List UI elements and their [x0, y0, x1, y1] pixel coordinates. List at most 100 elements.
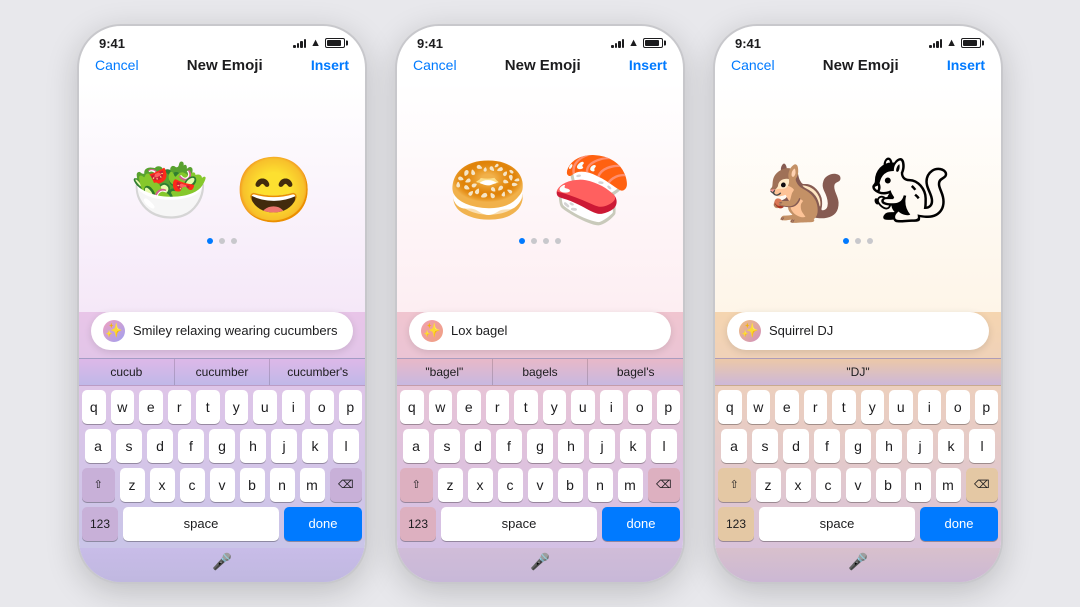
key-z-3[interactable]: z [756, 468, 781, 502]
done-key-1[interactable]: done [284, 507, 362, 541]
autocomplete-bagels-apos[interactable]: bagel's [588, 359, 683, 385]
cancel-button-1[interactable]: Cancel [95, 57, 139, 73]
key-s-3[interactable]: s [752, 429, 778, 463]
key-i-2[interactable]: i [600, 390, 624, 424]
key-d-3[interactable]: d [783, 429, 809, 463]
delete-key-2[interactable]: ⌫ [648, 468, 681, 502]
key-t-2[interactable]: t [514, 390, 538, 424]
search-pill-3[interactable]: ✨ Squirrel DJ [727, 312, 989, 350]
emoji-squirrel-dj[interactable]: 🐿️ [766, 158, 846, 222]
shift-key-2[interactable]: ⇧ [400, 468, 433, 502]
key-j[interactable]: j [271, 429, 297, 463]
key-c-3[interactable]: c [816, 468, 841, 502]
key-h[interactable]: h [240, 429, 266, 463]
key-h-3[interactable]: h [876, 429, 902, 463]
key-k-2[interactable]: k [620, 429, 646, 463]
key-h-2[interactable]: h [558, 429, 584, 463]
key-j-2[interactable]: j [589, 429, 615, 463]
key-m[interactable]: m [300, 468, 325, 502]
cancel-button-3[interactable]: Cancel [731, 57, 775, 73]
key-k[interactable]: k [302, 429, 328, 463]
key-v-3[interactable]: v [846, 468, 871, 502]
key-o-2[interactable]: o [628, 390, 652, 424]
mic-icon-1[interactable]: 🎤 [212, 552, 232, 572]
key-w-3[interactable]: w [747, 390, 771, 424]
emoji-squirrel-2[interactable]: 🐿 [869, 158, 950, 222]
done-key-3[interactable]: done [920, 507, 998, 541]
key-a-2[interactable]: a [403, 429, 429, 463]
key-t-3[interactable]: t [832, 390, 856, 424]
mic-icon-2[interactable]: 🎤 [530, 552, 550, 572]
shift-key-3[interactable]: ⇧ [718, 468, 751, 502]
delete-key-3[interactable]: ⌫ [966, 468, 999, 502]
key-e-2[interactable]: e [457, 390, 481, 424]
key-e[interactable]: e [139, 390, 163, 424]
key-m-2[interactable]: m [618, 468, 643, 502]
key-c-2[interactable]: c [498, 468, 523, 502]
search-pill-2[interactable]: ✨ Lox bagel [409, 312, 671, 350]
key-u-2[interactable]: u [571, 390, 595, 424]
space-key-2[interactable]: space [441, 507, 597, 541]
key-k-3[interactable]: k [938, 429, 964, 463]
numbers-key-1[interactable]: 123 [82, 507, 118, 541]
key-f[interactable]: f [178, 429, 204, 463]
key-d-2[interactable]: d [465, 429, 491, 463]
key-l-2[interactable]: l [651, 429, 677, 463]
search-pill-1[interactable]: ✨ Smiley relaxing wearing cucumbers [91, 312, 353, 350]
key-y[interactable]: y [225, 390, 249, 424]
key-t[interactable]: t [196, 390, 220, 424]
key-q-3[interactable]: q [718, 390, 742, 424]
insert-button-2[interactable]: Insert [629, 57, 667, 73]
autocomplete-dj-quoted[interactable]: "DJ" [715, 359, 1001, 385]
mic-icon-3[interactable]: 🎤 [848, 552, 868, 572]
key-n-2[interactable]: n [588, 468, 613, 502]
key-u[interactable]: u [253, 390, 277, 424]
key-v-2[interactable]: v [528, 468, 553, 502]
autocomplete-cucumbers[interactable]: cucumber's [270, 359, 365, 385]
key-i-3[interactable]: i [918, 390, 942, 424]
key-i[interactable]: i [282, 390, 306, 424]
key-e-3[interactable]: e [775, 390, 799, 424]
key-l[interactable]: l [333, 429, 359, 463]
key-p[interactable]: p [339, 390, 363, 424]
key-r-3[interactable]: r [804, 390, 828, 424]
key-r[interactable]: r [168, 390, 192, 424]
autocomplete-bagels[interactable]: bagels [493, 359, 589, 385]
key-b-2[interactable]: b [558, 468, 583, 502]
key-s[interactable]: s [116, 429, 142, 463]
autocomplete-cucumber[interactable]: cucumber [175, 359, 271, 385]
key-z-2[interactable]: z [438, 468, 463, 502]
key-v[interactable]: v [210, 468, 235, 502]
key-y-3[interactable]: y [861, 390, 885, 424]
key-g[interactable]: g [209, 429, 235, 463]
cancel-button-2[interactable]: Cancel [413, 57, 457, 73]
key-x-3[interactable]: x [786, 468, 811, 502]
emoji-lox[interactable]: 🍣 [552, 158, 632, 222]
key-x-2[interactable]: x [468, 468, 493, 502]
key-b[interactable]: b [240, 468, 265, 502]
autocomplete-bagel-quoted[interactable]: "bagel" [397, 359, 493, 385]
key-p-3[interactable]: p [975, 390, 999, 424]
key-a[interactable]: a [85, 429, 111, 463]
key-p-2[interactable]: p [657, 390, 681, 424]
key-f-2[interactable]: f [496, 429, 522, 463]
emoji-bagel[interactable]: 🥯 [448, 158, 528, 222]
emoji-cucumber-smiley[interactable]: 🥗 [130, 158, 210, 222]
key-c[interactable]: c [180, 468, 205, 502]
insert-button-3[interactable]: Insert [947, 57, 985, 73]
numbers-key-2[interactable]: 123 [400, 507, 436, 541]
key-r-2[interactable]: r [486, 390, 510, 424]
key-g-3[interactable]: g [845, 429, 871, 463]
key-a-3[interactable]: a [721, 429, 747, 463]
key-d[interactable]: d [147, 429, 173, 463]
space-key-3[interactable]: space [759, 507, 915, 541]
space-key-1[interactable]: space [123, 507, 279, 541]
key-g-2[interactable]: g [527, 429, 553, 463]
key-o-3[interactable]: o [946, 390, 970, 424]
key-o[interactable]: o [310, 390, 334, 424]
key-f-3[interactable]: f [814, 429, 840, 463]
shift-key-1[interactable]: ⇧ [82, 468, 115, 502]
key-m-3[interactable]: m [936, 468, 961, 502]
key-q[interactable]: q [82, 390, 106, 424]
numbers-key-3[interactable]: 123 [718, 507, 754, 541]
